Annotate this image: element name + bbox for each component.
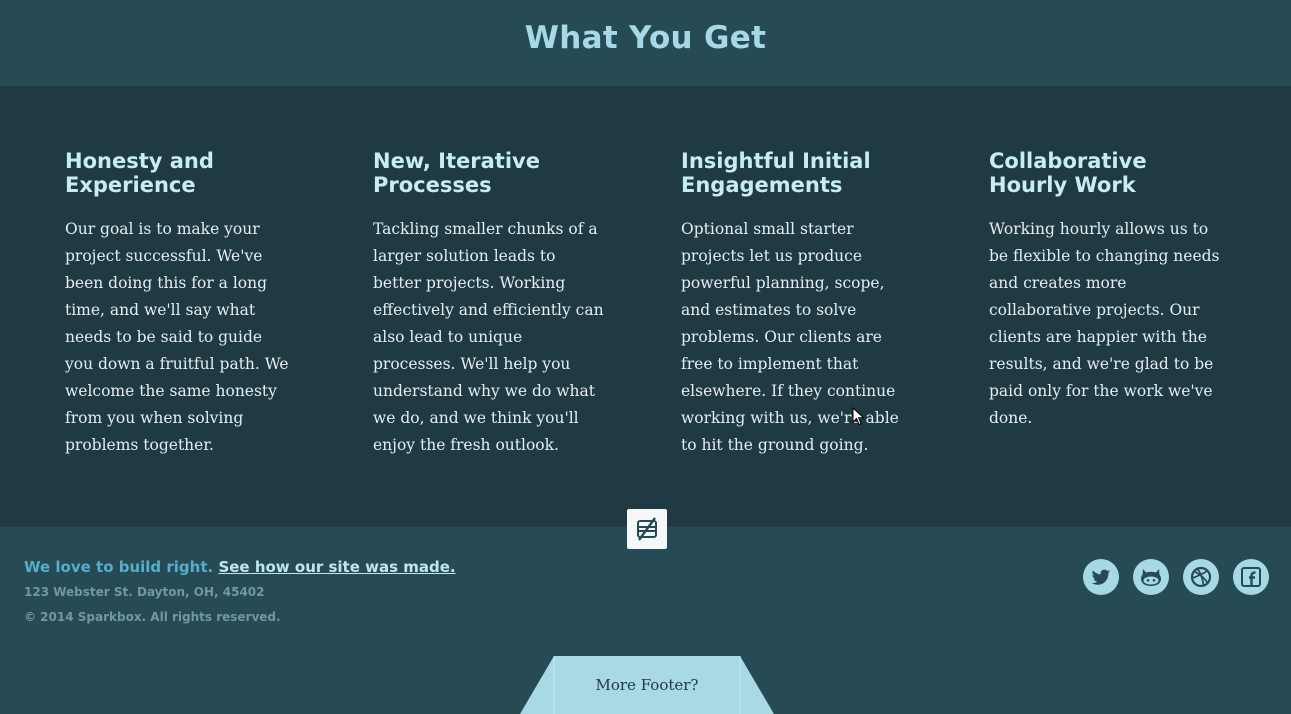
more-footer-tab[interactable]: More Footer? — [520, 656, 774, 714]
feature-engagements: Insightful Initial Engagements Optional … — [681, 149, 916, 459]
features-section: Honesty and Experience Our goal is to ma… — [0, 86, 1291, 527]
footer-address: 123 Webster St. Dayton, OH, 45402 — [24, 585, 265, 599]
feature-body: Our goal is to make your project success… — [65, 220, 289, 454]
footer-tagline: We love to build right. See how our site… — [24, 558, 456, 576]
github-icon[interactable] — [1133, 559, 1169, 595]
dribbble-icon[interactable] — [1183, 559, 1219, 595]
site-made-link[interactable]: See how our site was made. — [218, 558, 455, 576]
facebook-icon[interactable] — [1233, 559, 1269, 595]
feature-iterative: New, Iterative Processes Tackling smalle… — [373, 149, 608, 459]
tagline-text: We love to build right. — [24, 558, 214, 576]
feature-title: New, Iterative Processes — [373, 149, 540, 197]
feature-body: Tackling smaller chunks of a larger solu… — [373, 220, 604, 454]
more-footer-label: More Footer? — [595, 676, 699, 694]
sparkbox-logo-icon[interactable] — [627, 509, 667, 549]
feature-title: Insightful Initial Engagements — [681, 149, 871, 197]
feature-body: Optional small starter projects let us p… — [681, 220, 899, 454]
twitter-icon[interactable] — [1083, 559, 1119, 595]
mouse-cursor-icon — [852, 407, 865, 426]
feature-honesty: Honesty and Experience Our goal is to ma… — [65, 149, 295, 459]
footer-info: We love to build right. See how our site… — [24, 558, 456, 624]
feature-title: Honesty and Experience — [65, 149, 214, 197]
section-header: What You Get — [0, 0, 1291, 86]
social-links — [1083, 559, 1269, 595]
page-title: What You Get — [524, 20, 767, 56]
footer-copyright: © 2014 Sparkbox. All rights reserved. — [24, 610, 281, 624]
feature-hourly: Collaborative Hourly Work Working hourly… — [989, 149, 1229, 432]
feature-title: Collaborative Hourly Work — [989, 149, 1147, 197]
feature-body: Working hourly allows us to be flexible … — [989, 220, 1220, 427]
